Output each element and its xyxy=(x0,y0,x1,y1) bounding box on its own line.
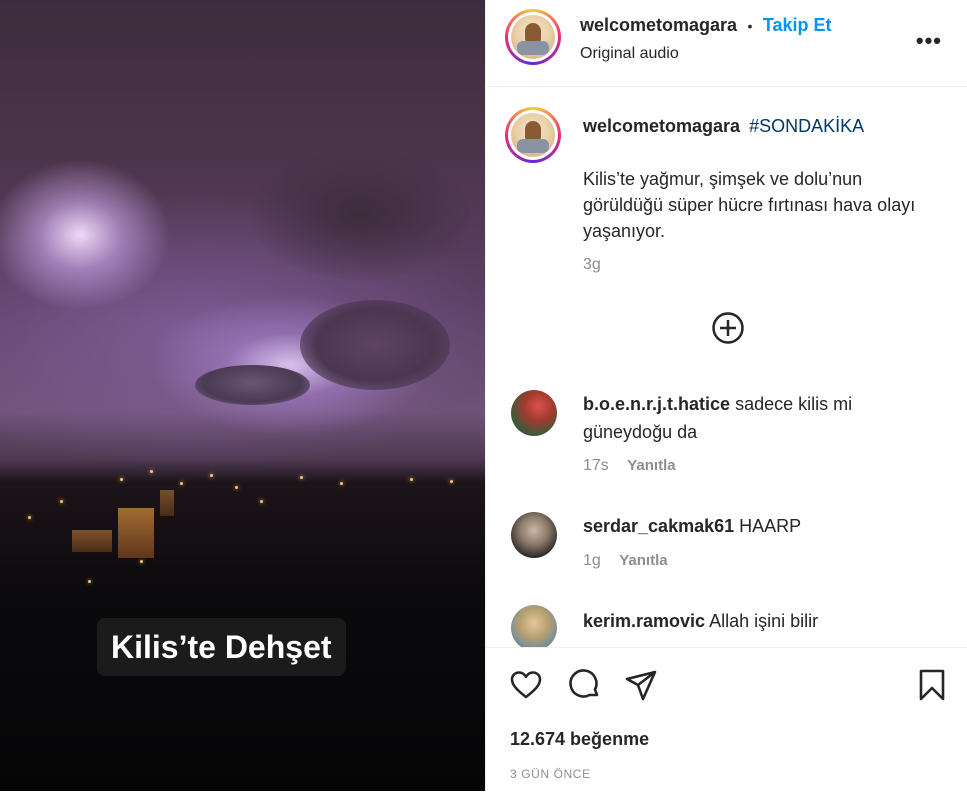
comment-meta: 1g Yanıtla xyxy=(583,552,668,570)
load-more-comments-icon[interactable] xyxy=(712,312,744,344)
caption-hashtag[interactable]: #SONDAKİKA xyxy=(749,116,864,136)
comment-time[interactable]: 1g xyxy=(583,552,601,569)
storm-cloud xyxy=(300,300,450,390)
reply-button[interactable]: Yanıtla xyxy=(627,457,675,474)
reply-button[interactable]: Yanıtla xyxy=(619,552,667,569)
caption-username[interactable]: welcometomagara xyxy=(583,116,740,136)
share-send-icon[interactable] xyxy=(624,668,658,702)
like-heart-icon[interactable] xyxy=(509,668,543,702)
comment-text: HAARP xyxy=(739,516,802,536)
more-options-icon[interactable]: ••• xyxy=(916,28,942,54)
comment-time[interactable]: 17s xyxy=(583,457,609,474)
separator-dot: • xyxy=(747,18,753,34)
follow-button[interactable]: Takip Et xyxy=(763,15,832,35)
commenter-avatar[interactable] xyxy=(511,390,557,436)
post-media[interactable]: Kilis’te Dehşet xyxy=(0,0,485,791)
comments-list[interactable]: welcometomagara #SONDAKİKA Kilis’te yağm… xyxy=(486,87,967,647)
comment-item: serdar_cakmak61 HAARP xyxy=(583,512,933,540)
post-actions: 12.674 beğenme 3 GÜN ÖNCE xyxy=(486,647,967,792)
audio-label[interactable]: Original audio xyxy=(580,45,679,63)
author-username[interactable]: welcometomagara xyxy=(580,15,737,35)
commenter-avatar[interactable] xyxy=(511,512,557,558)
comment-username[interactable]: b.o.e.n.r.j.t.hatice xyxy=(583,394,730,414)
comment-text: Allah işini bilir xyxy=(709,611,819,631)
comment-item: kerim.ramovic Allah işini bilir xyxy=(583,607,933,635)
video-caption-overlay: Kilis’te Dehşet xyxy=(97,618,346,676)
video-caption-text: Kilis’te Dehşet xyxy=(111,628,332,665)
save-bookmark-icon[interactable] xyxy=(915,668,949,702)
post-sidebar: welcometomagara • Takip Et Original audi… xyxy=(485,0,967,791)
comment-meta: 17s Yanıtla xyxy=(583,457,676,475)
comment-item: b.o.e.n.r.j.t.hatice sadece kilis mi gün… xyxy=(583,390,933,446)
storm-cloud xyxy=(195,365,310,405)
comment-username[interactable]: serdar_cakmak61 xyxy=(583,516,734,536)
caption-time[interactable]: 3g xyxy=(583,256,601,274)
author-avatar[interactable] xyxy=(505,9,561,65)
post-date[interactable]: 3 GÜN ÖNCE xyxy=(510,767,591,781)
storm-cloud xyxy=(250,150,470,280)
comment-bubble-icon[interactable] xyxy=(568,668,602,702)
likes-count[interactable]: 12.674 beğenme xyxy=(510,729,649,750)
comment-username[interactable]: kerim.ramovic xyxy=(583,611,705,631)
caption-header: welcometomagara #SONDAKİKA xyxy=(583,116,864,137)
commenter-avatar[interactable] xyxy=(511,605,557,647)
caption-avatar[interactable] xyxy=(505,107,561,163)
caption-body: Kilis’te yağmur, şimşek ve dolu’nun görü… xyxy=(583,169,916,241)
post-header: welcometomagara • Takip Et Original audi… xyxy=(486,0,967,87)
